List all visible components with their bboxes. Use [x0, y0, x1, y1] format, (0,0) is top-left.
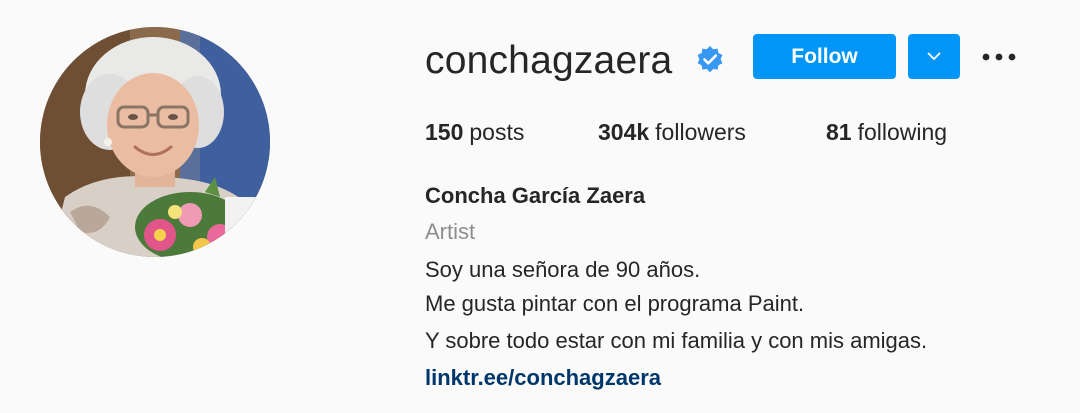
following-count-label: following	[857, 118, 948, 145]
following-count-link[interactable]: 81 following	[826, 116, 947, 148]
followers-count-value: 304k	[598, 118, 650, 145]
posts-count: 150 posts	[425, 116, 524, 148]
avatar-photo	[40, 27, 270, 257]
more-options-button[interactable]	[978, 38, 1020, 76]
profile-full-name: Concha García Zaera	[425, 183, 646, 208]
following-count-value: 81	[826, 118, 852, 145]
suggested-accounts-dropdown-button[interactable]	[908, 34, 960, 79]
profile-username: conchagzaera	[425, 38, 673, 82]
bio-website-link[interactable]: linktr.ee/conchagzaera	[425, 362, 661, 394]
chevron-down-icon	[927, 52, 941, 60]
more-horizontal-icon	[982, 53, 1016, 61]
followers-count-label: followers	[655, 118, 746, 145]
verified-badge-icon	[697, 46, 723, 73]
bio-line: Y sobre todo estar con mi familia y con …	[425, 328, 928, 353]
posts-count-label: posts	[469, 118, 525, 145]
profile-category: Artist	[425, 219, 476, 244]
bio-line: Me gusta pintar con el programa Paint.	[425, 291, 805, 316]
followers-count-link[interactable]: 304k followers	[598, 116, 746, 148]
follow-button[interactable]: Follow	[753, 34, 896, 79]
profile-avatar[interactable]	[40, 27, 270, 257]
bio-line: Soy una señora de 90 años.	[425, 257, 701, 282]
posts-count-value: 150	[425, 118, 464, 145]
